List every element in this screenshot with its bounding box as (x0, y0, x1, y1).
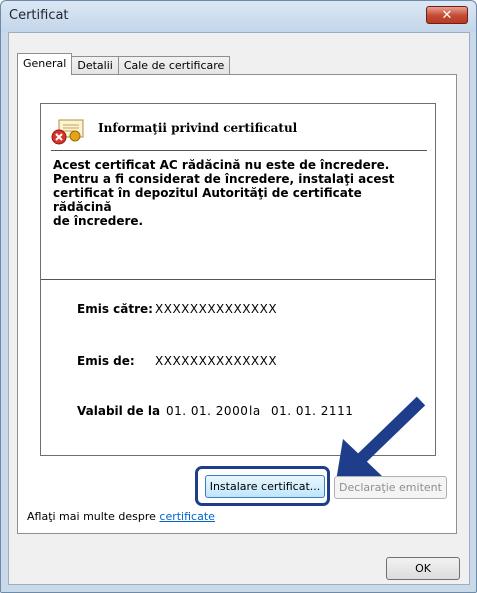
learn-more-text: Aflaţi mai multe despre certificate (27, 510, 215, 523)
certificate-dialog: Certificat ✕ General Detalii Cale de cer… (0, 0, 477, 593)
issuer-statement-button[interactable]: Declaraţie emitent (334, 476, 447, 499)
title-bar[interactable]: Certificat ✕ (1, 1, 476, 32)
warning-line: de încredere. (53, 214, 144, 228)
warning-line: Acest certificat AC rădăcină nu este de … (53, 158, 390, 172)
divider (51, 150, 427, 151)
trust-warning-text: Acest certificat AC rădăcină nu este de … (53, 158, 423, 228)
valid-from-label: Valabil de la (77, 404, 161, 418)
learn-more-prefix: Aflaţi mai multe despre (27, 510, 156, 523)
tab-general[interactable]: General (17, 53, 73, 75)
ok-button[interactable]: OK (386, 557, 460, 580)
issued-to-label: Emis către: (77, 302, 153, 316)
issued-by-label: Emis de: (77, 354, 135, 368)
valid-to-label: la (249, 404, 261, 418)
window-title: Certificat (9, 8, 69, 23)
warning-line: Pentru a fi considerat de încredere, ins… (53, 172, 395, 186)
warning-line: certificat în depozitul Autorităţi de ce… (53, 186, 362, 214)
close-button[interactable]: ✕ (426, 6, 468, 24)
tab-strip: General Detalii Cale de certificare (17, 53, 231, 75)
close-icon: ✕ (441, 7, 453, 23)
tab-certification-path[interactable]: Cale de certificare (117, 56, 231, 75)
install-button-highlight (195, 466, 330, 506)
tab-details[interactable]: Detalii (71, 56, 119, 75)
certificates-link[interactable]: certificate (159, 510, 215, 523)
valid-from-date: 01. 01. 2000 (166, 404, 249, 418)
divider (41, 279, 435, 280)
issued-to-value: XXXXXXXXXXXXXX (155, 302, 278, 316)
certificate-error-icon (51, 119, 84, 145)
issued-by-value: XXXXXXXXXXXXXX (155, 354, 278, 368)
certificate-info-title: Informaţii privind certificatul (98, 121, 298, 135)
